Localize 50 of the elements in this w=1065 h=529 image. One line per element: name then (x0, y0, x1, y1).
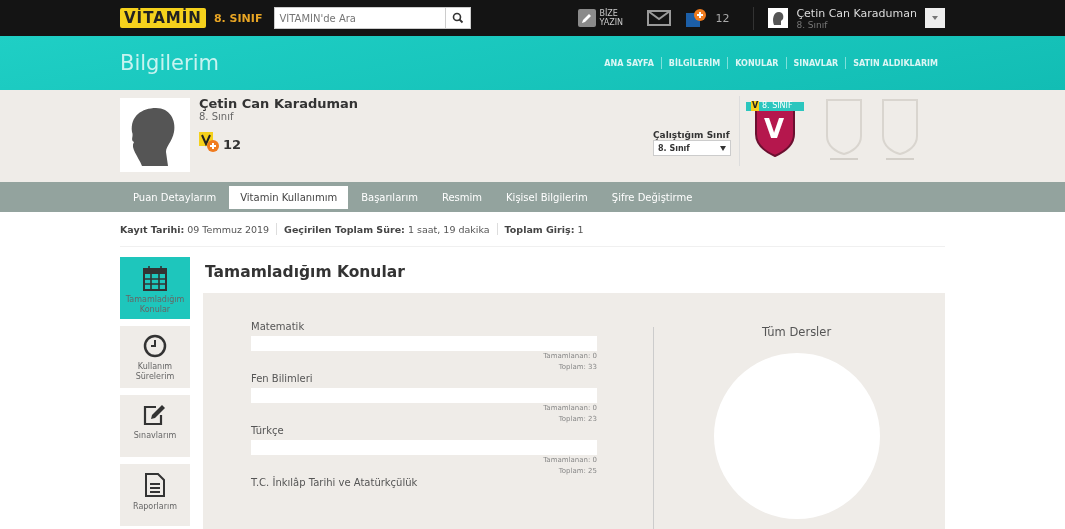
tab[interactable]: Kişisel Bilgilerim (495, 185, 599, 209)
nav-link[interactable]: SATIN ALDIKLARIM (846, 58, 945, 68)
points-icon (199, 132, 221, 152)
class-select[interactable]: 8. Sınıf (653, 140, 731, 156)
edit-icon (142, 403, 168, 427)
grade-label: 8. SINIF (213, 11, 263, 25)
search-icon[interactable] (452, 12, 465, 24)
sidebar-item[interactable]: Raporlarım (120, 464, 190, 526)
nav-link[interactable]: BİLGİLERİM (661, 58, 728, 68)
avatar-icon[interactable] (768, 8, 789, 28)
tab[interactable]: Başarılarım (350, 185, 429, 209)
profile-grade: 8. Sınıf (199, 111, 235, 122)
nav-link[interactable]: ANA SAYFA (597, 58, 661, 68)
subject-name: T.C. İnkılâp Tarihi ve Atatürkçülük (251, 477, 419, 488)
nav-link[interactable]: SINAVLAR (786, 58, 846, 68)
stat-text: Toplam Giriş: 1 (504, 223, 584, 235)
class-label: Çalıştığım Sınıf (653, 130, 731, 140)
profile-name: Çetin Can Karaduman (199, 96, 359, 111)
user-name[interactable]: Çetin Can Karaduman (796, 6, 917, 20)
points-count: 12 (223, 137, 242, 152)
tab[interactable]: Vitamin Kullanımım (229, 185, 349, 209)
logo[interactable]: VİTAMİN (120, 8, 206, 28)
mail-icon[interactable] (647, 10, 672, 26)
page-title: Bilgilerim (120, 51, 219, 75)
chart-title: Tüm Dersler (761, 325, 832, 339)
user-grade: 8. Sınıf (796, 19, 829, 30)
sidebar-item[interactable]: Sınavlarım (120, 395, 190, 457)
points-count: 12 (715, 11, 730, 25)
pencil-icon (578, 9, 597, 27)
tab[interactable]: Resmim (430, 185, 494, 209)
points-icon[interactable] (685, 8, 708, 28)
sidebar-item[interactable]: Tamamladığım Konular (120, 257, 190, 319)
search-field[interactable]: VİTAMİN'de Ara (274, 7, 472, 29)
subject-name: Türkçe (251, 425, 285, 436)
sidebar-item[interactable]: Kullanım Sürelerim (120, 326, 190, 388)
document-icon (144, 472, 166, 498)
subject-name: Fen Bilimleri (251, 373, 314, 384)
tab[interactable]: Puan Detaylarım (122, 185, 228, 209)
nav-link[interactable]: KONULAR (728, 58, 786, 68)
write-us-button[interactable]: BİZE YAZIN (578, 9, 634, 27)
tab[interactable]: Şifre Değiştirme (600, 185, 704, 209)
caret-icon (720, 145, 726, 151)
dropdown-button[interactable] (925, 8, 945, 28)
clock-icon (143, 334, 167, 358)
stat-text: Geçirilen Toplam Süre: 1 saat, 19 dakika (284, 223, 490, 235)
section-title: Tamamladığım Konular (205, 263, 406, 281)
subject-name: Matematik (251, 321, 306, 332)
calendar-icon (143, 265, 167, 291)
stat-text: Kayıt Tarihi: 09 Temmuz 2019 (120, 223, 270, 235)
caret-icon (931, 15, 939, 21)
